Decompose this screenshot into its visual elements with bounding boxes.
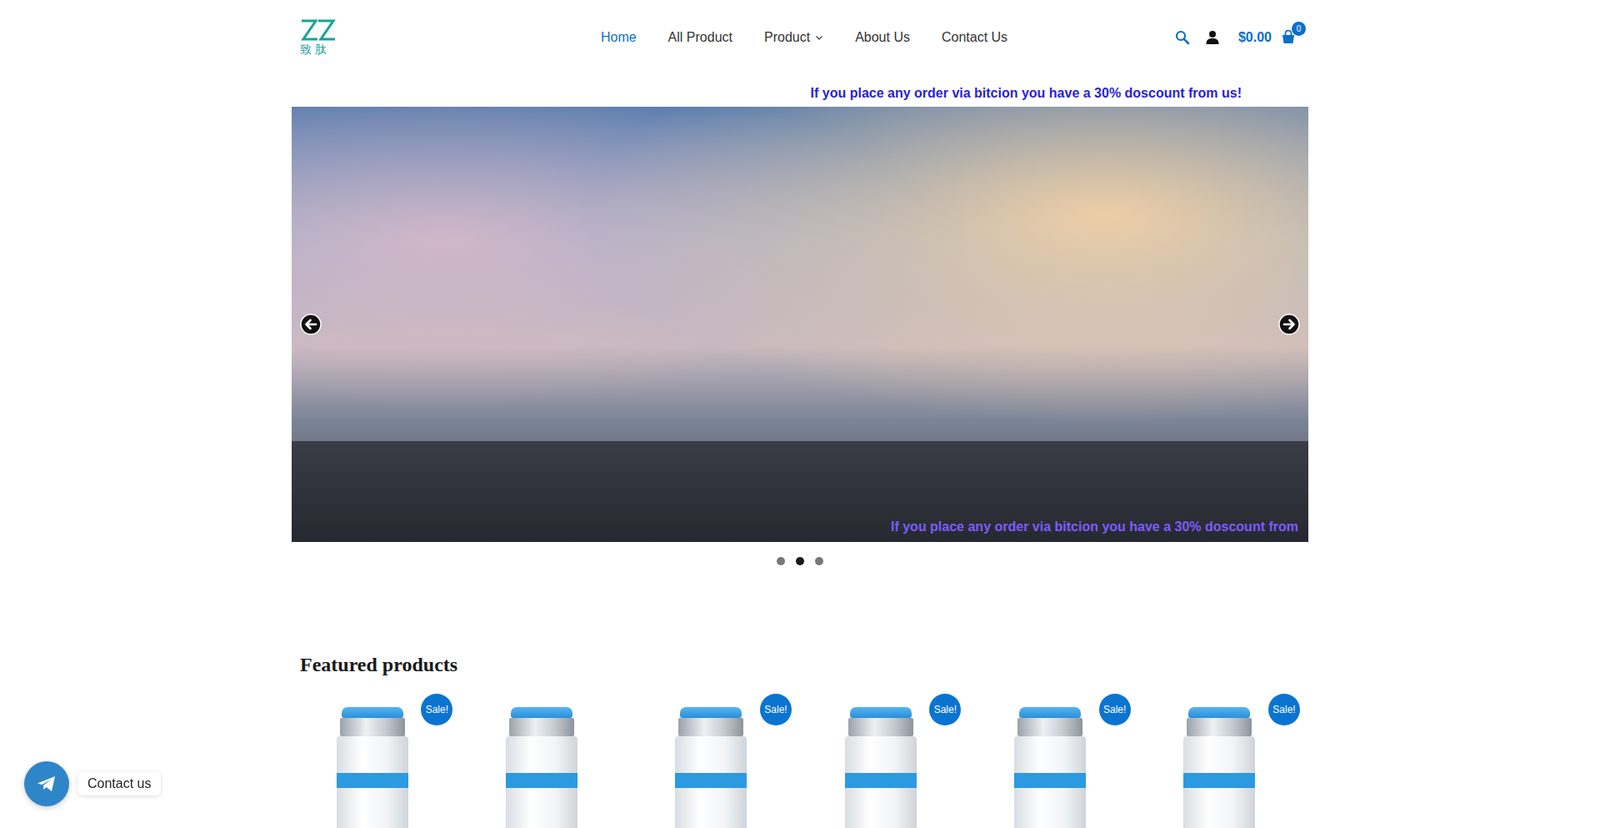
site-header: 致肽 Home All Product Product About Us Contact …: [0, 0, 1600, 75]
featured-products: Featured productsSale!Sale!Sale!Sale!Sal…: [291, 565, 1309, 828]
cart[interactable]: 0: [1280, 30, 1297, 45]
cart-total[interactable]: $0.00: [1238, 30, 1272, 45]
sale-badge: Sale!: [929, 693, 961, 725]
contact-label[interactable]: Contact us: [77, 771, 161, 795]
main-nav: Home All Product Product About Us Contact Us: [600, 30, 1008, 45]
section-title: Featured products: [300, 651, 1300, 677]
slide-caption: If you place any order via bitcion you h…: [890, 518, 1299, 535]
cart-count-badge: 0: [1291, 21, 1306, 36]
product-card[interactable]: Sale!: [300, 693, 453, 828]
contact-button[interactable]: [24, 760, 70, 806]
hero-slider[interactable]: If you place any order via bitcion you h…: [291, 106, 1309, 542]
nav-item[interactable]: About Us: [855, 30, 910, 45]
sale-badge: Sale!: [760, 693, 792, 725]
contact-widget[interactable]: Contact us: [24, 760, 161, 806]
nav-item[interactable]: All Product: [668, 30, 733, 45]
telegram-icon: [35, 771, 59, 795]
slider-dots: [291, 541, 1309, 565]
product-card[interactable]: Sale!: [977, 693, 1130, 828]
search-icon[interactable]: [1175, 30, 1190, 45]
product-card[interactable]: [469, 693, 622, 828]
page: 致肽 Home All Product Product About Us Contact …: [0, 0, 1600, 828]
announcement-bar: If you place any order via bitcion you h…: [291, 75, 1309, 107]
main-content: If you place any order via bitcion you h…: [291, 75, 1309, 828]
product-image: [674, 706, 748, 828]
product-card[interactable]: Sale!: [639, 693, 792, 828]
chevron-down-icon: [815, 33, 824, 42]
product-grid: Sale! Sale! Sale! Sale! Sale!: [300, 693, 1300, 828]
product-card[interactable]: Sale!: [1147, 693, 1300, 828]
announcement-text: If you place any order via bitcion you h…: [810, 85, 1242, 104]
slider-dot[interactable]: [776, 556, 785, 565]
arrow-right-icon: [1278, 313, 1300, 335]
slide-caption-overlay: If you place any order via bitcion you h…: [291, 440, 1309, 542]
slider-next-button[interactable]: [1278, 313, 1300, 335]
sale-badge: Sale!: [420, 693, 453, 725]
product-image: [1013, 706, 1087, 828]
product-image: [335, 706, 410, 828]
logo[interactable]: 致肽: [300, 19, 337, 56]
user-icon[interactable]: [1205, 30, 1220, 45]
nav-item[interactable]: Product: [764, 30, 824, 45]
sale-badge: Sale!: [1268, 693, 1300, 725]
sale-badge: Sale!: [1099, 693, 1131, 725]
product-card[interactable]: Sale!: [808, 693, 961, 828]
slider-prev-button[interactable]: [300, 313, 322, 335]
header-actions: $0.00 0: [1175, 30, 1309, 45]
nav-item[interactable]: Home: [600, 30, 637, 45]
product-image: [844, 706, 918, 828]
logo-text: 致肽: [300, 42, 330, 56]
slider-dot[interactable]: [815, 556, 824, 565]
nav-item[interactable]: Contact Us: [941, 30, 1008, 45]
slider-dot[interactable]: [795, 556, 805, 565]
logo-mark-icon: [300, 19, 337, 41]
product-image: [505, 706, 579, 828]
arrow-left-icon: [300, 313, 322, 335]
product-image: [1182, 706, 1256, 828]
